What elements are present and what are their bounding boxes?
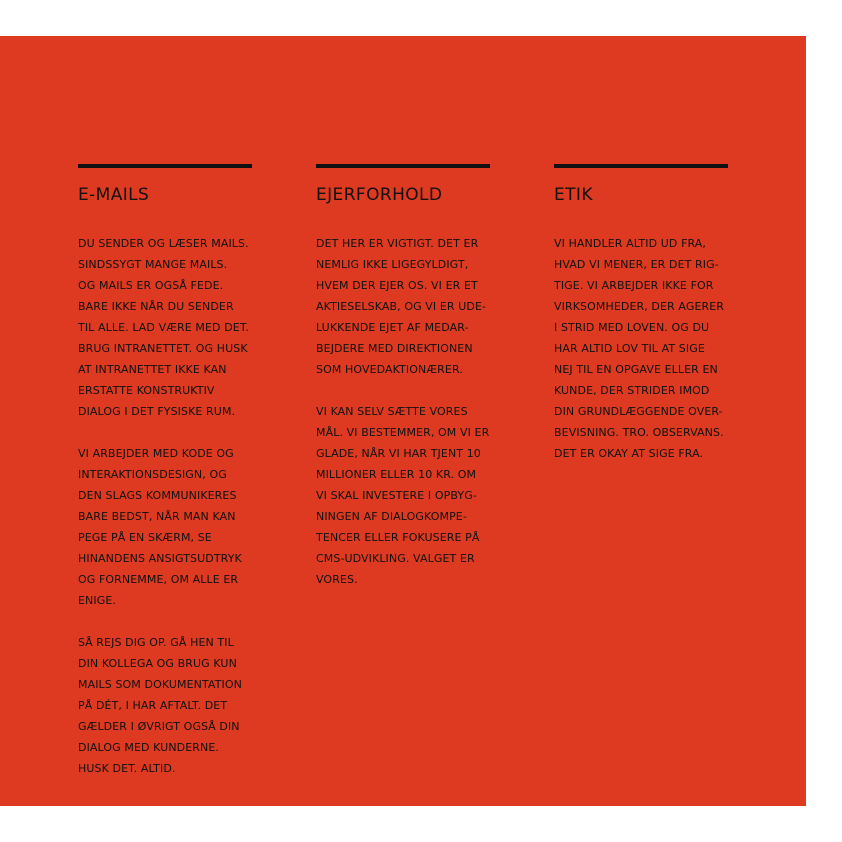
- text-line: ERSTATTE KONSTRUKTIV: [78, 384, 215, 397]
- text-line: HVAD VI MENER, ER DET RIG-: [554, 258, 719, 271]
- paragraph: SÅ REJS DIG OP. GÅ HEN TIL DIN KOLLEGA O…: [78, 632, 258, 779]
- text-line: PEGE PÅ EN SKÆRM, SE: [78, 531, 212, 544]
- text-line: AKTIESELSKAB, OG VI ER UDE-: [316, 300, 487, 313]
- column-heading: EJERFORHOLD: [316, 185, 443, 205]
- text-line: VORES.: [316, 573, 358, 586]
- text-line: HINANDENS ANSIGTSUDTRYK: [78, 552, 242, 565]
- text-line: BEJDERE MED DIREKTIONEN: [316, 342, 473, 355]
- text-line: VI KAN SELV SÆTTE VORES: [316, 405, 468, 418]
- text-line: VIRKSOMHEDER, DER AGERER: [554, 300, 725, 313]
- text-line: NINGEN AF DIALOGKOMPE-: [316, 510, 467, 523]
- text-line: HVEM DER EJER OS. VI ER ET: [316, 279, 478, 292]
- text-line: MÅL. VI BESTEMMER, OM VI ER: [316, 426, 490, 439]
- text-line: TENCER ELLER FOKUSERE PÅ: [316, 531, 480, 544]
- text-line: KUNDE, DER STRIDER IMOD: [554, 384, 710, 397]
- text-line: SÅ REJS DIG OP. GÅ HEN TIL: [78, 636, 234, 649]
- text-line: DU SENDER OG LÆSER MAILS.: [78, 237, 249, 250]
- text-line: NEMLIG IKKE LIGEGYLDIGT,: [316, 258, 469, 271]
- text-line: DET ER OKAY AT SIGE FRA.: [554, 447, 704, 460]
- text-line: GÆLDER I ØVRIGT OGSÅ DIN: [78, 720, 240, 733]
- column-rule: [78, 164, 252, 168]
- text-line: SINDSSYGT MANGE MAILS.: [78, 258, 228, 271]
- text-line: LUKKENDE EJET AF MEDAR-: [316, 321, 469, 334]
- column-heading: ETIK: [554, 185, 593, 205]
- column-ejerforhold: EJERFORHOLD DET HER ER VIGTIGT. DET ER N…: [316, 164, 496, 590]
- text-line: DET HER ER VIGTIGT. DET ER: [316, 237, 479, 250]
- text-line: VI ARBEJDER MED KODE OG: [78, 447, 234, 460]
- red-panel: E-MAILS DU SENDER OG LÆSER MAILS. SINDSS…: [0, 36, 806, 806]
- text-line: OG FORNEMME, OM ALLE ER: [78, 573, 239, 586]
- text-line: VI SKAL INVESTERE I OPBYG-: [316, 489, 477, 502]
- column-rule: [316, 164, 490, 168]
- text-line: TIGE. VI ARBEJDER IKKE FOR: [554, 279, 714, 292]
- text-line: VI HANDLER ALTID UD FRA,: [554, 237, 707, 250]
- text-line: AT INTRANETTET IKKE KAN: [78, 363, 227, 376]
- text-line: DIALOG I DET FYSISKE RUM.: [78, 405, 236, 418]
- paragraph: VI HANDLER ALTID UD FRA, HVAD VI MENER, …: [554, 233, 734, 464]
- text-line: MAILS SOM DOKUMENTATION: [78, 678, 242, 691]
- paragraph: DU SENDER OG LÆSER MAILS. SINDSSYGT MANG…: [78, 233, 258, 422]
- text-line: SOM HOVEDAKTIONÆRER.: [316, 363, 463, 376]
- text-line: ENIGE.: [78, 594, 116, 607]
- text-line: CMS-UDVIKLING. VALGET ER: [316, 552, 475, 565]
- column-heading: E-MAILS: [78, 185, 150, 205]
- text-line: DIN GRUNDLÆGGENDE OVER-: [554, 405, 723, 418]
- text-line: DIN KOLLEGA OG BRUG KUN: [78, 657, 237, 670]
- paragraph: DET HER ER VIGTIGT. DET ER NEMLIG IKKE L…: [316, 233, 496, 380]
- text-line: INTERAKTIONSDESIGN, OG: [78, 468, 227, 481]
- text-line: BARE BEDST, NÅR MAN KAN: [78, 510, 236, 523]
- column-rule: [554, 164, 728, 168]
- text-line: PÅ DÉT, I HAR AFTALT. DET: [78, 699, 228, 712]
- column-e-mails: E-MAILS DU SENDER OG LÆSER MAILS. SINDSS…: [78, 164, 258, 779]
- paragraph: VI KAN SELV SÆTTE VORES MÅL. VI BESTEMME…: [316, 401, 496, 590]
- text-line: MILLIONER ELLER 10 KR. OM: [316, 468, 477, 481]
- text-line: OG MAILS ER OGSÅ FEDE.: [78, 279, 224, 292]
- text-line: DIALOG MED KUNDERNE.: [78, 741, 219, 754]
- text-line: NEJ TIL EN OPGAVE ELLER EN: [554, 363, 718, 376]
- text-line: BRUG INTRANETTET. OG HUSK: [78, 342, 248, 355]
- text-line: GLADE, NÅR VI HAR TJENT 10: [316, 447, 481, 460]
- text-line: HUSK DET. ALTID.: [78, 762, 176, 775]
- text-line: I STRID MED LOVEN. OG DU: [554, 321, 710, 334]
- text-line: BEVISNING. TRO. OBSERVANS.: [554, 426, 724, 439]
- column-etik: ETIK VI HANDLER ALTID UD FRA, HVAD VI ME…: [554, 164, 734, 464]
- text-line: HAR ALTID LOV TIL AT SIGE: [554, 342, 705, 355]
- paragraph: VI ARBEJDER MED KODE OG INTERAKTIONSDESI…: [78, 443, 258, 611]
- text-line: DEN SLAGS KOMMUNIKERES: [78, 489, 237, 502]
- text-line: TIL ALLE. LAD VÆRE MED DET.: [78, 321, 249, 334]
- text-line: BARE IKKE NÅR DU SENDER: [78, 300, 234, 313]
